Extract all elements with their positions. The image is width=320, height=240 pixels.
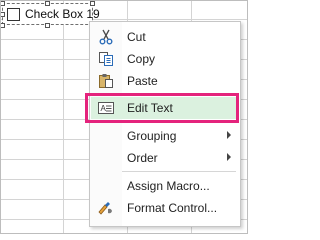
menu-item-cut[interactable]: Cut xyxy=(91,26,239,48)
menu-item-order[interactable]: Order xyxy=(91,147,239,169)
checkbox-square[interactable] xyxy=(7,7,20,21)
svg-text:A: A xyxy=(101,104,107,113)
menu-item-label: Format Control... xyxy=(127,201,218,215)
menu-separator xyxy=(122,94,236,95)
menu-item-label: Paste xyxy=(127,74,158,88)
menu-item-paste[interactable]: Paste xyxy=(91,70,239,92)
copy-icon xyxy=(91,48,121,70)
menu-item-assign-macro[interactable]: Assign Macro... xyxy=(91,175,239,197)
edit-text-icon: A xyxy=(91,97,121,119)
resize-handle-top-middle[interactable] xyxy=(45,1,50,6)
menu-item-edit-text[interactable]: A Edit Text xyxy=(91,97,239,119)
menu-item-label: Cut xyxy=(127,30,146,44)
format-control-icon xyxy=(91,197,121,219)
scissors-icon xyxy=(91,26,121,48)
menu-item-grouping[interactable]: Grouping xyxy=(91,125,239,147)
submenu-arrow-icon xyxy=(227,131,231,139)
menu-item-copy[interactable]: Copy xyxy=(91,48,239,70)
menu-item-label: Grouping xyxy=(127,129,177,143)
menu-item-format-control[interactable]: Format Control... xyxy=(91,197,239,219)
menu-item-label: Copy xyxy=(127,52,156,66)
menu-separator xyxy=(122,121,236,122)
checkbox-label: Check Box 19 xyxy=(25,7,100,21)
resize-handle-top-left[interactable] xyxy=(0,1,5,6)
submenu-arrow-icon xyxy=(227,153,231,161)
checkbox-control[interactable]: Check Box 19 xyxy=(2,3,100,25)
menu-separator xyxy=(122,171,236,172)
context-menu: Cut Copy Paste A Edit Text Grouping Orde… xyxy=(89,21,241,227)
resize-handle-middle-left[interactable] xyxy=(0,12,5,17)
resize-handle-bottom-left[interactable] xyxy=(0,23,5,28)
menu-item-label: Assign Macro... xyxy=(127,179,210,193)
menu-item-label: Edit Text xyxy=(127,101,173,115)
paste-icon xyxy=(91,70,121,92)
resize-handle-bottom-middle[interactable] xyxy=(45,23,50,28)
menu-item-label: Order xyxy=(127,151,158,165)
resize-handle-top-right[interactable] xyxy=(90,1,95,6)
